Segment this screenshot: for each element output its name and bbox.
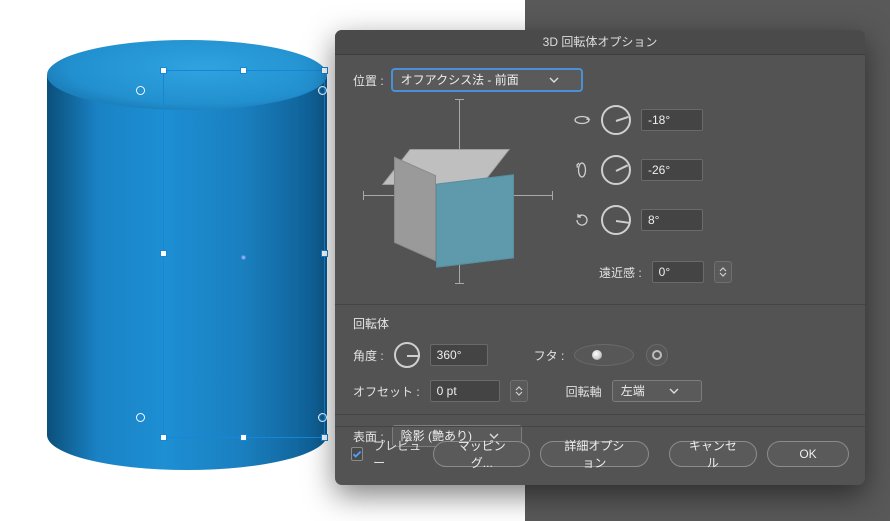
perspective-stepper[interactable] [714,261,732,283]
rotation-x-dial[interactable] [601,105,631,135]
revolve-section-title: 回転体 [353,315,847,332]
map-art-button[interactable]: マッピング... [433,441,530,467]
revolve-angle-dial[interactable] [394,342,420,368]
axis-select[interactable]: 左端 [612,380,702,402]
preview-checkbox[interactable] [351,447,363,461]
perspective-input[interactable]: 0° [652,261,704,283]
axis-select-value: 左端 [621,381,645,401]
rotation-z-dial[interactable] [601,205,631,235]
chevron-down-icon [549,75,559,85]
rotate-vertical-icon [573,161,591,179]
cap-label: フタ : [534,347,565,364]
offset-label: オフセット : [353,383,420,400]
more-options-button[interactable]: 詳細オプション [540,441,648,467]
perspective-label: 遠近感 : [599,264,642,281]
cap-off-toggle[interactable] [646,344,668,366]
ok-button[interactable]: OK [767,441,849,467]
rotate-horizontal-icon [573,111,591,129]
preview-label[interactable]: プレビュー [373,437,423,471]
artwork-cylinder[interactable] [47,40,327,465]
position-label: 位置 : [353,72,384,89]
rotate-clockwise-icon [573,211,591,229]
dialog-3d-revolve-options: 3D 回転体オプション 位置 : オフアクシス法 - 前面 [335,30,865,485]
rotation-z-input[interactable]: 8° [641,209,703,231]
position-select-value: オフアクシス法 - 前面 [401,70,519,90]
cancel-button[interactable]: キャンセル [669,441,757,467]
rotation-x-input[interactable]: -18° [641,109,703,131]
offset-input[interactable]: 0 pt [430,380,500,402]
rotation-y-input[interactable]: -26° [641,159,703,181]
orientation-cube[interactable] [410,149,520,259]
axis-label: 回転軸 [566,383,602,400]
rotation-y-dial[interactable] [601,155,631,185]
cap-on-toggle[interactable] [574,344,634,366]
selection-center-indicator [241,255,246,260]
dialog-title[interactable]: 3D 回転体オプション [335,30,865,55]
revolve-angle-label: 角度 : [353,347,384,364]
chevron-down-icon [669,386,679,396]
offset-stepper[interactable] [510,380,528,402]
rotation-trackball[interactable] [363,99,553,289]
position-select[interactable]: オフアクシス法 - 前面 [392,69,582,91]
revolve-angle-input[interactable]: 360° [430,344,488,366]
